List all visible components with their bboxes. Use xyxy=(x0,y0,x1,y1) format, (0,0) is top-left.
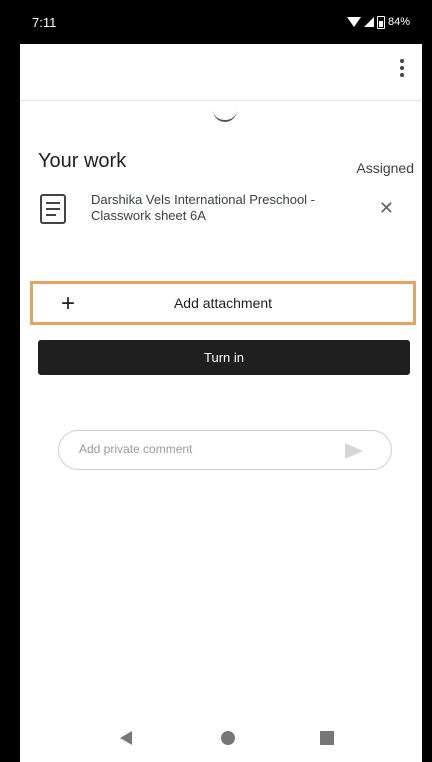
attachment-title: Darshika Vels International Preschool - … xyxy=(91,192,316,223)
system-nav-bar xyxy=(20,715,422,762)
back-icon[interactable] xyxy=(120,731,132,745)
private-comment-box[interactable] xyxy=(58,430,392,470)
more-options-icon[interactable] xyxy=(390,56,414,80)
turn-in-label: Turn in xyxy=(204,350,244,365)
battery-percent: 84% xyxy=(387,16,410,28)
status-time: 7:11 xyxy=(32,14,57,30)
send-icon[interactable] xyxy=(345,443,363,459)
wifi-icon xyxy=(346,17,361,27)
add-attachment-label: Add attachment xyxy=(173,295,273,311)
status-icons: 84% xyxy=(346,15,410,29)
battery-icon xyxy=(376,15,385,29)
remove-attachment-icon[interactable]: ✕ xyxy=(379,198,394,219)
status-bar: 7:11 84% xyxy=(20,0,422,44)
recents-icon[interactable] xyxy=(320,731,334,745)
turn-in-button[interactable]: Turn in xyxy=(38,340,410,375)
status-assigned: Assigned xyxy=(356,160,414,176)
app-bar xyxy=(20,44,422,101)
your-work-title: Your work xyxy=(38,150,127,172)
attachment-item[interactable]: Darshika Vels International Preschool - … xyxy=(38,192,408,236)
plus-icon: + xyxy=(61,290,76,317)
document-icon xyxy=(40,194,66,224)
signal-icon xyxy=(363,17,374,27)
private-comment-input[interactable] xyxy=(77,441,331,457)
add-attachment-button[interactable]: + Add attachment xyxy=(30,281,416,325)
home-icon[interactable] xyxy=(221,731,235,745)
